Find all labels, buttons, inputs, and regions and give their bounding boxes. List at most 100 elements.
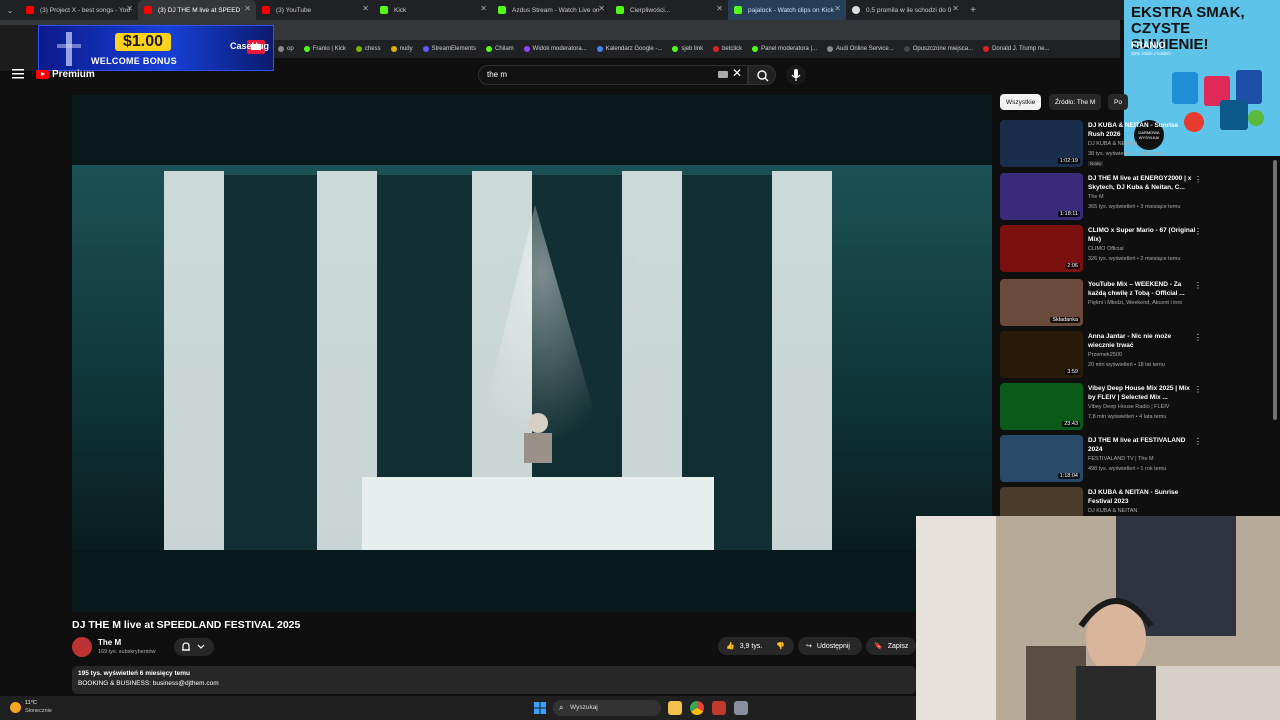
save-button[interactable]: 🔖 Zapisz xyxy=(866,637,916,655)
subscribed-button[interactable] xyxy=(174,638,214,656)
dislike-button[interactable]: 👎 xyxy=(768,637,794,655)
close-tab-icon[interactable]: ✕ xyxy=(834,4,841,13)
recommendation-item[interactable]: 2:06 CLIMO x Super Mario - 67 (Original M… xyxy=(1000,225,1205,275)
scrollbar[interactable] xyxy=(1273,160,1277,420)
more-options-icon[interactable]: ⋮ xyxy=(1194,437,1202,446)
close-tab-icon[interactable]: ✕ xyxy=(362,4,369,13)
tab-label: (3) Project X - best songs - You xyxy=(40,6,130,14)
recommendation-item[interactable]: 1:18:04 DJ THE M live at FESTIVALAND 2024… xyxy=(1000,435,1205,485)
share-button[interactable]: ↪ Udostępnij xyxy=(798,637,862,655)
bookmark-item[interactable]: nudy xyxy=(390,46,413,52)
weather-description[interactable]: Słonecznie xyxy=(25,708,52,714)
close-tab-icon[interactable]: ✕ xyxy=(126,4,133,13)
bookmark-favicon-icon xyxy=(672,46,679,52)
bookmark-item[interactable]: Kalendarz Google -... xyxy=(596,46,662,52)
sun-icon[interactable] xyxy=(10,702,21,713)
recommendation-item[interactable]: 1:02:19 DJ KUBA & NEITAN - Sunrise Rush 2… xyxy=(1000,120,1205,170)
app-icon[interactable] xyxy=(734,701,748,715)
taskbar-search[interactable]: ⌕ Wyszukaj xyxy=(553,700,661,716)
ad-amount: $1.00 xyxy=(115,33,172,51)
bookmark-item[interactable]: Chilam xyxy=(485,46,514,52)
rec-title: DJ THE M live at ENERGY2000 | x Skytech,… xyxy=(1088,175,1192,191)
channel-avatar[interactable] xyxy=(72,637,92,657)
streamlabs-icon[interactable] xyxy=(712,701,726,715)
video-thumbnail[interactable]: 3:59 xyxy=(1000,331,1083,378)
bookmark-item[interactable]: Donald J. Trump ne... xyxy=(983,46,1049,52)
chip-source[interactable]: Źródło: The M xyxy=(1049,94,1102,110)
video-thumbnail[interactable]: Składanka xyxy=(1000,279,1083,326)
bookmark-label: sjeb link xyxy=(681,46,704,52)
windows-start-icon[interactable] xyxy=(534,702,546,714)
bookmark-item[interactable]: Audi Online Service... xyxy=(827,46,894,52)
tab-6[interactable]: pajalock - Watch clips on Kick ✕ xyxy=(728,0,846,20)
recommendation-item[interactable]: 23:43 Vibey Deep House Mix 2025 | Mix by … xyxy=(1000,383,1205,433)
more-options-icon[interactable]: ⋮ xyxy=(1194,333,1202,342)
tab-5[interactable]: Cierpliwości... ✕ xyxy=(610,0,728,20)
bookmark-item[interactable]: Widok moderatora... xyxy=(523,46,587,52)
rec-title: Vibey Deep House Mix 2025 | Mix by FLEIV… xyxy=(1088,385,1190,401)
tab-4[interactable]: Azdus Stream - Watch Live on ✕ xyxy=(492,0,610,20)
rec-meta: 20 mln wyświetleń • 18 lat temu xyxy=(1088,362,1165,368)
bookmark-item[interactable]: Franio | Kick xyxy=(303,46,346,52)
tab-1[interactable]: (3) DJ THE M live at SPEED ✕ xyxy=(138,0,256,20)
video-thumbnail[interactable]: 1:18:04 xyxy=(1000,435,1083,482)
video-player[interactable] xyxy=(72,95,992,612)
video-thumbnail[interactable]: 2:06 xyxy=(1000,225,1083,272)
keyboard-icon[interactable] xyxy=(718,71,728,78)
bookmark-item[interactable]: Opuszczone miejsca... xyxy=(903,46,973,52)
chip-more[interactable]: Po xyxy=(1108,94,1128,110)
tab-2[interactable]: (3) YouTube ✕ xyxy=(256,0,374,20)
tab-label: Kick xyxy=(394,6,407,14)
close-tab-icon[interactable]: ✕ xyxy=(598,4,605,13)
video-thumbnail[interactable]: 23:43 xyxy=(1000,383,1083,430)
recommendation-item[interactable]: 3:59 Anna Jantar - Nic nie może wiecznie … xyxy=(1000,331,1205,381)
bookmark-favicon-icon xyxy=(278,46,284,52)
clear-search-icon[interactable]: ✕ xyxy=(732,66,742,80)
video-thumbnail[interactable]: 1:02:19 xyxy=(1000,120,1083,167)
bookmark-item[interactable]: betclick xyxy=(713,46,742,52)
description-box[interactable]: 195 tys. wyświetleń 6 miesięcy temu BOOK… xyxy=(72,666,916,694)
bookmark-favicon-icon xyxy=(903,46,910,52)
tab-0[interactable]: (3) Project X - best songs - You ✕ xyxy=(20,0,138,20)
rec-title: DJ KUBA & NEITAN - Sunrise Rush 2026 xyxy=(1088,122,1179,138)
bookmark-favicon-icon xyxy=(713,46,720,52)
webcam-overlay xyxy=(916,516,1280,720)
view-stats: 195 tys. wyświetleń 6 miesięcy temu xyxy=(78,670,191,677)
bookmark-item[interactable]: StreamElements xyxy=(422,46,476,52)
chip-all[interactable]: Wszystkie xyxy=(1000,94,1042,110)
bell-icon xyxy=(182,642,205,651)
recommendation-item[interactable]: Składanka YouTube Mix – WEEKEND - Za każd… xyxy=(1000,279,1205,329)
webcam-scene xyxy=(916,516,1280,720)
more-options-icon[interactable]: ⋮ xyxy=(1194,385,1202,394)
close-tab-icon[interactable]: ✕ xyxy=(952,4,959,13)
search-button[interactable] xyxy=(748,65,776,85)
recommendation-item[interactable]: DJ KUBA & NEITAN - Sunrise Festival 2023… xyxy=(1000,487,1205,534)
tab-3[interactable]: Kick ✕ xyxy=(374,0,492,20)
chrome-icon[interactable] xyxy=(690,701,704,715)
more-options-icon[interactable]: ⋮ xyxy=(1194,227,1202,236)
close-tab-icon[interactable]: ✕ xyxy=(716,4,723,13)
menu-icon[interactable] xyxy=(12,69,24,79)
bookmark-item[interactable]: chess xyxy=(355,46,381,52)
recommendation-item[interactable]: 1:18:11 DJ THE M live at ENERGY2000 | x S… xyxy=(1000,173,1205,223)
voice-search-button[interactable] xyxy=(786,65,806,85)
bookmark-item[interactable]: sjeb link xyxy=(672,46,703,52)
channel-name[interactable]: The M xyxy=(98,638,121,647)
weather-temperature[interactable]: 11°C xyxy=(25,700,37,706)
duration-badge: 3:59 xyxy=(1065,369,1080,375)
more-options-icon[interactable]: ⋮ xyxy=(1194,175,1202,184)
search-input[interactable]: the m xyxy=(478,65,748,85)
close-tab-icon[interactable]: ✕ xyxy=(480,4,487,13)
tab-search-button[interactable]: ⌄ xyxy=(0,0,20,20)
youtube-logo[interactable]: Premium xyxy=(36,69,95,80)
bookmark-favicon-icon xyxy=(983,46,990,52)
bookmark-item[interactable]: op xyxy=(278,46,294,52)
close-tab-icon[interactable]: ✕ xyxy=(244,4,251,13)
tab-7[interactable]: 0,5 promila w ile schodzi do 0 ✕ xyxy=(846,0,964,20)
video-thumbnail[interactable]: 1:18:11 xyxy=(1000,173,1083,220)
new-tab-button[interactable]: + xyxy=(964,5,982,16)
bookmark-item[interactable]: Panel moderatora |... xyxy=(752,46,817,52)
file-explorer-icon[interactable] xyxy=(668,701,682,715)
more-options-icon[interactable]: ⋮ xyxy=(1194,281,1202,290)
tab-label: (3) YouTube xyxy=(276,6,312,14)
